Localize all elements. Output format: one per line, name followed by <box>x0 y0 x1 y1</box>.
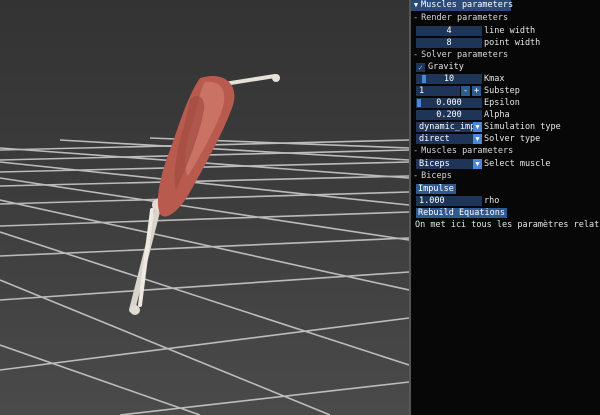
simulation-type-select[interactable]: dynamic_impl ▼ <box>416 122 482 132</box>
scene-canvas <box>0 74 409 415</box>
substep-value: 1 <box>419 86 425 96</box>
rebuild-equations-button[interactable]: Rebuild Equations <box>416 208 507 218</box>
simulation-type-label: Simulation type <box>484 122 561 132</box>
epsilon-slider[interactable]: 0.000 <box>416 98 482 108</box>
epsilon-label: Epsilon <box>484 98 520 108</box>
substep-label: Substep <box>484 86 520 96</box>
kmax-value: 10 <box>443 74 455 84</box>
chevron-down-icon: ▼ <box>473 134 482 144</box>
gravity-checkbox[interactable]: ✓ <box>416 63 425 72</box>
panel-titlebar[interactable]: ▼ Muscles parameters <box>411 0 514 11</box>
simulation-type-value: dynamic_impl <box>419 122 481 132</box>
line-width-field[interactable]: 4 <box>416 26 482 36</box>
substep-increment-button[interactable]: + <box>472 86 481 96</box>
kmax-slider[interactable]: 10 <box>416 74 482 84</box>
rho-field[interactable]: 1.000 <box>416 196 482 206</box>
select-muscle-label: Select muscle <box>484 159 551 169</box>
alpha-label: Alpha <box>484 110 510 120</box>
line-width-value: 4 <box>446 26 452 36</box>
select-muscle-dropdown[interactable]: Biceps ▼ <box>416 159 482 169</box>
rho-label: rho <box>484 196 500 206</box>
solver-type-label: Solver type <box>484 134 541 144</box>
check-icon: ✓ <box>418 63 423 72</box>
3d-viewport[interactable] <box>0 0 409 415</box>
alpha-slider[interactable]: 0.200 <box>416 110 482 120</box>
gravity-label: Gravity <box>428 62 464 72</box>
point-width-label: point width <box>484 38 541 48</box>
solver-parameters-label: Solver parameters <box>421 50 509 60</box>
epsilon-value: 0.000 <box>436 98 462 108</box>
alpha-value: 0.200 <box>436 110 462 120</box>
render-parameters-label: Render parameters <box>421 13 509 23</box>
epsilon-slider-grab[interactable] <box>417 99 421 107</box>
rho-value: 1.000 <box>419 196 445 206</box>
collapse-icon[interactable]: ▼ <box>411 0 421 11</box>
kmax-label: Kmax <box>484 74 505 84</box>
parameters-panel: ▼ Muscles parameters - Render parameters 4… <box>411 0 600 415</box>
muscles-parameters-label: Muscles parameters <box>421 146 514 156</box>
kmax-slider-grab[interactable] <box>422 75 426 83</box>
substep-field[interactable]: 1 <box>416 86 460 96</box>
point-width-value: 8 <box>446 38 452 48</box>
substep-decrement-button[interactable]: - <box>461 86 470 96</box>
solver-type-select[interactable]: direct ▼ <box>416 134 482 144</box>
chevron-down-icon: ▼ <box>473 159 482 169</box>
chevron-down-icon: ▼ <box>473 122 482 132</box>
biceps-label: Biceps <box>421 171 452 181</box>
muscles-parameters-header[interactable]: - Muscles parameters <box>413 146 513 157</box>
biceps-header[interactable]: - Biceps <box>413 171 452 182</box>
panel-title: Muscles parameters <box>421 0 514 10</box>
solver-parameters-header[interactable]: - Solver parameters <box>413 50 508 61</box>
solver-type-value: direct <box>419 134 450 144</box>
point-width-field[interactable]: 8 <box>416 38 482 48</box>
select-muscle-value: Biceps <box>419 159 450 169</box>
impulse-button[interactable]: Impulse <box>416 184 456 194</box>
biceps-description: On met ici tous les paramètres relatif a <box>415 220 600 230</box>
floor-grid <box>0 137 409 415</box>
line-width-label: line width <box>484 26 536 36</box>
render-parameters-header[interactable]: - Render parameters <box>413 13 508 24</box>
